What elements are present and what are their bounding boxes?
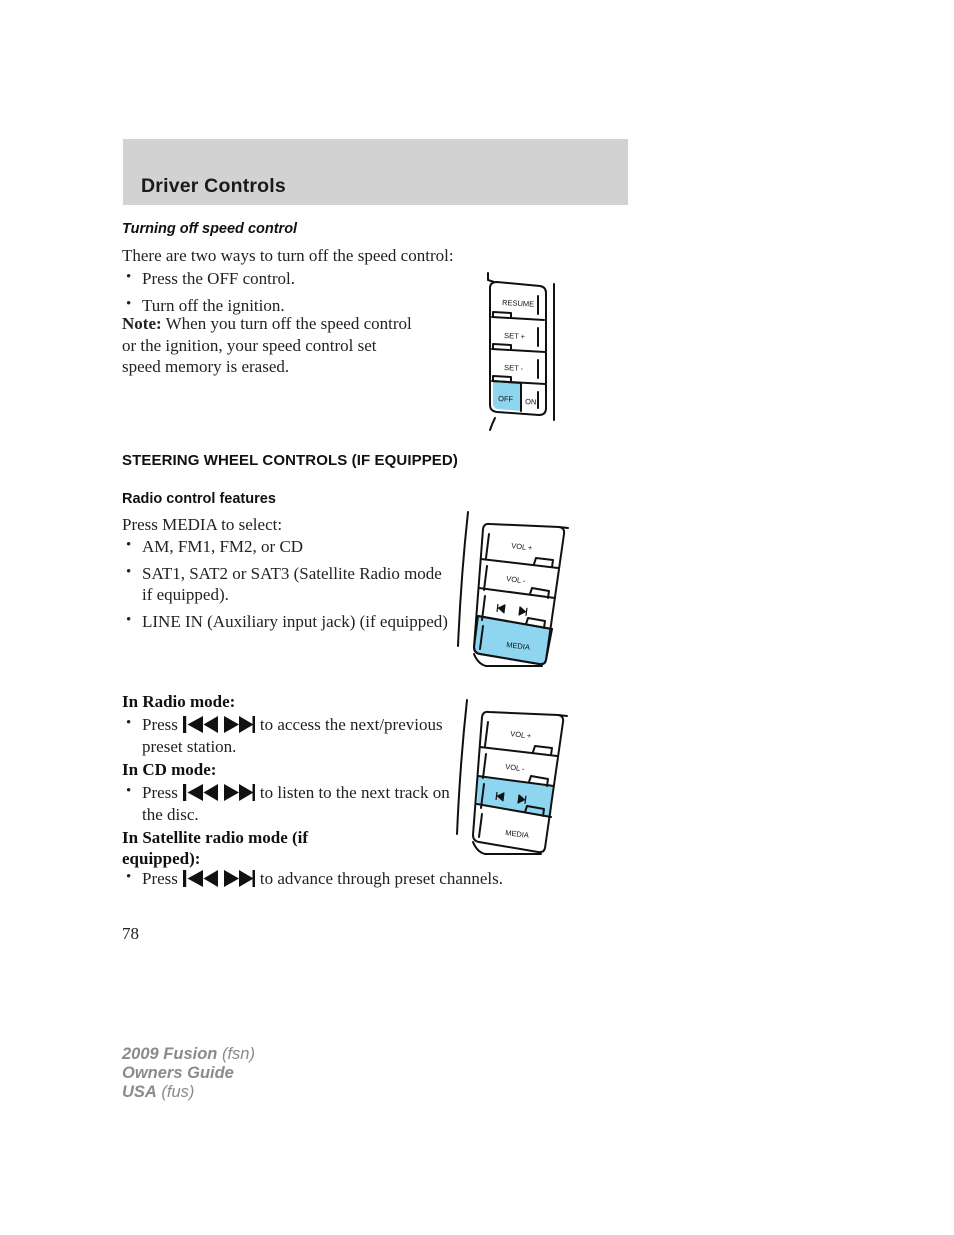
footer-line-3: USA (fus) (122, 1083, 255, 1102)
list-item: Press the OFF control. (122, 267, 452, 290)
turning-off-intro: There are two ways to turn off the speed… (122, 246, 454, 265)
document-footer: 2009 Fusion (fsn) Owners Guide USA (fus) (122, 1045, 255, 1102)
skip-next-icon (518, 606, 528, 616)
turning-off-intro-wrap: There are two ways to turn off the speed… (122, 245, 642, 267)
fig-label-set-minus: SET - (504, 363, 524, 373)
steering-wheel-controls-section: STEERING WHEEL CONTROLS (IF EQUIPPED) (122, 452, 642, 469)
fig-label-resume: RESUME (502, 298, 535, 309)
fig-label-on: ON (525, 397, 537, 407)
list-item: Press to advance through preset channels. (122, 867, 582, 890)
seek-transport-glyph (182, 870, 255, 887)
press-label: Press (142, 783, 178, 802)
radio-mode-bullet-wrap: Pressto access the next/previous preset … (122, 713, 452, 762)
list-item: Pressto access the next/previous preset … (122, 713, 452, 757)
footer-market-code: (fus) (156, 1083, 195, 1101)
satellite-mode-bullet-wrap: Press to advance through preset channels. (122, 867, 582, 895)
figure-swc-seek: VOL + VOL - MEDIA (454, 694, 574, 856)
list-item: Pressto listen to the next track on the … (122, 781, 462, 825)
seek-transport-glyph (182, 784, 255, 801)
footer-line-1: 2009 Fusion (fsn) (122, 1045, 255, 1064)
footer-market: USA (122, 1083, 157, 1101)
fig-label-vol-down: VOL - (505, 762, 526, 773)
turning-off-heading: Turning off speed control (122, 221, 298, 237)
satellite-mode-heading-wrap: In Satellite radio mode (if equipped): (122, 827, 337, 869)
turning-off-speed-control-section: Turning off speed control (122, 221, 642, 237)
radio-control-features-wrap: Radio control features (122, 491, 642, 507)
turning-off-note: Note: When you turn off the speed contro… (122, 313, 412, 378)
radio-mode-bullet-list: Pressto access the next/previous preset … (122, 713, 452, 757)
after-text: to advance through preset channels. (259, 869, 504, 888)
skip-previous-icon (496, 603, 506, 614)
figure-speed-control-stalk: RESUME SET + SET - OFF ON (466, 268, 566, 436)
radio-control-features-heading: Radio control features (122, 491, 276, 507)
figure-swc-media: VOL + VOL - MEDIA (456, 506, 574, 668)
footer-line-2: Owners Guide (122, 1064, 255, 1083)
note-text: When you turn off the speed control or t… (122, 314, 412, 376)
turning-off-bullet-list: Press the OFF control. Turn off the igni… (122, 267, 452, 316)
manual-page: Driver Controls Turning off speed contro… (0, 0, 954, 1235)
satellite-mode-bullet-list: Press to advance through preset channels. (122, 867, 582, 890)
steering-wheel-heading: STEERING WHEEL CONTROLS (IF EQUIPPED) (122, 452, 458, 469)
seek-transport-glyph (182, 716, 255, 733)
fig-label-vol-up: VOL + (511, 541, 534, 553)
page-header-band: Driver Controls (123, 139, 628, 205)
footer-model: 2009 Fusion (122, 1045, 218, 1063)
radio-bullet-list: AM, FM1, FM2, or CD SAT1, SAT2 or SAT3 (… (122, 535, 452, 633)
footer-guide: Owners Guide (122, 1064, 234, 1082)
list-item: LINE IN (Auxiliary input jack) (if equip… (122, 610, 452, 633)
fig-label-vol-up: VOL + (510, 729, 533, 741)
fig-label-set-plus: SET + (504, 331, 526, 341)
radio-bullets-wrap: AM, FM1, FM2, or CD SAT1, SAT2 or SAT3 (… (122, 535, 452, 637)
cd-mode-bullet-wrap: Pressto listen to the next track on the … (122, 781, 462, 830)
cd-mode-bullet-list: Pressto listen to the next track on the … (122, 781, 462, 825)
in-satellite-mode-heading: In Satellite radio mode (if equipped): (122, 828, 309, 868)
note-label: Note: (122, 314, 162, 333)
list-item: SAT1, SAT2 or SAT3 (Satellite Radio mode… (122, 562, 452, 606)
page-number: 78 (122, 924, 139, 943)
fig-label-media: MEDIA (505, 828, 530, 840)
page-title: Driver Controls (141, 175, 286, 197)
fig-label-off: OFF (498, 394, 514, 404)
footer-model-code: (fsn) (217, 1045, 255, 1063)
fig-label-vol-down: VOL - (506, 574, 527, 585)
turning-off-note-wrap: Note: When you turn off the speed contro… (122, 313, 412, 378)
list-item: AM, FM1, FM2, or CD (122, 535, 452, 558)
press-label: Press (142, 869, 178, 888)
press-label: Press (142, 715, 178, 734)
